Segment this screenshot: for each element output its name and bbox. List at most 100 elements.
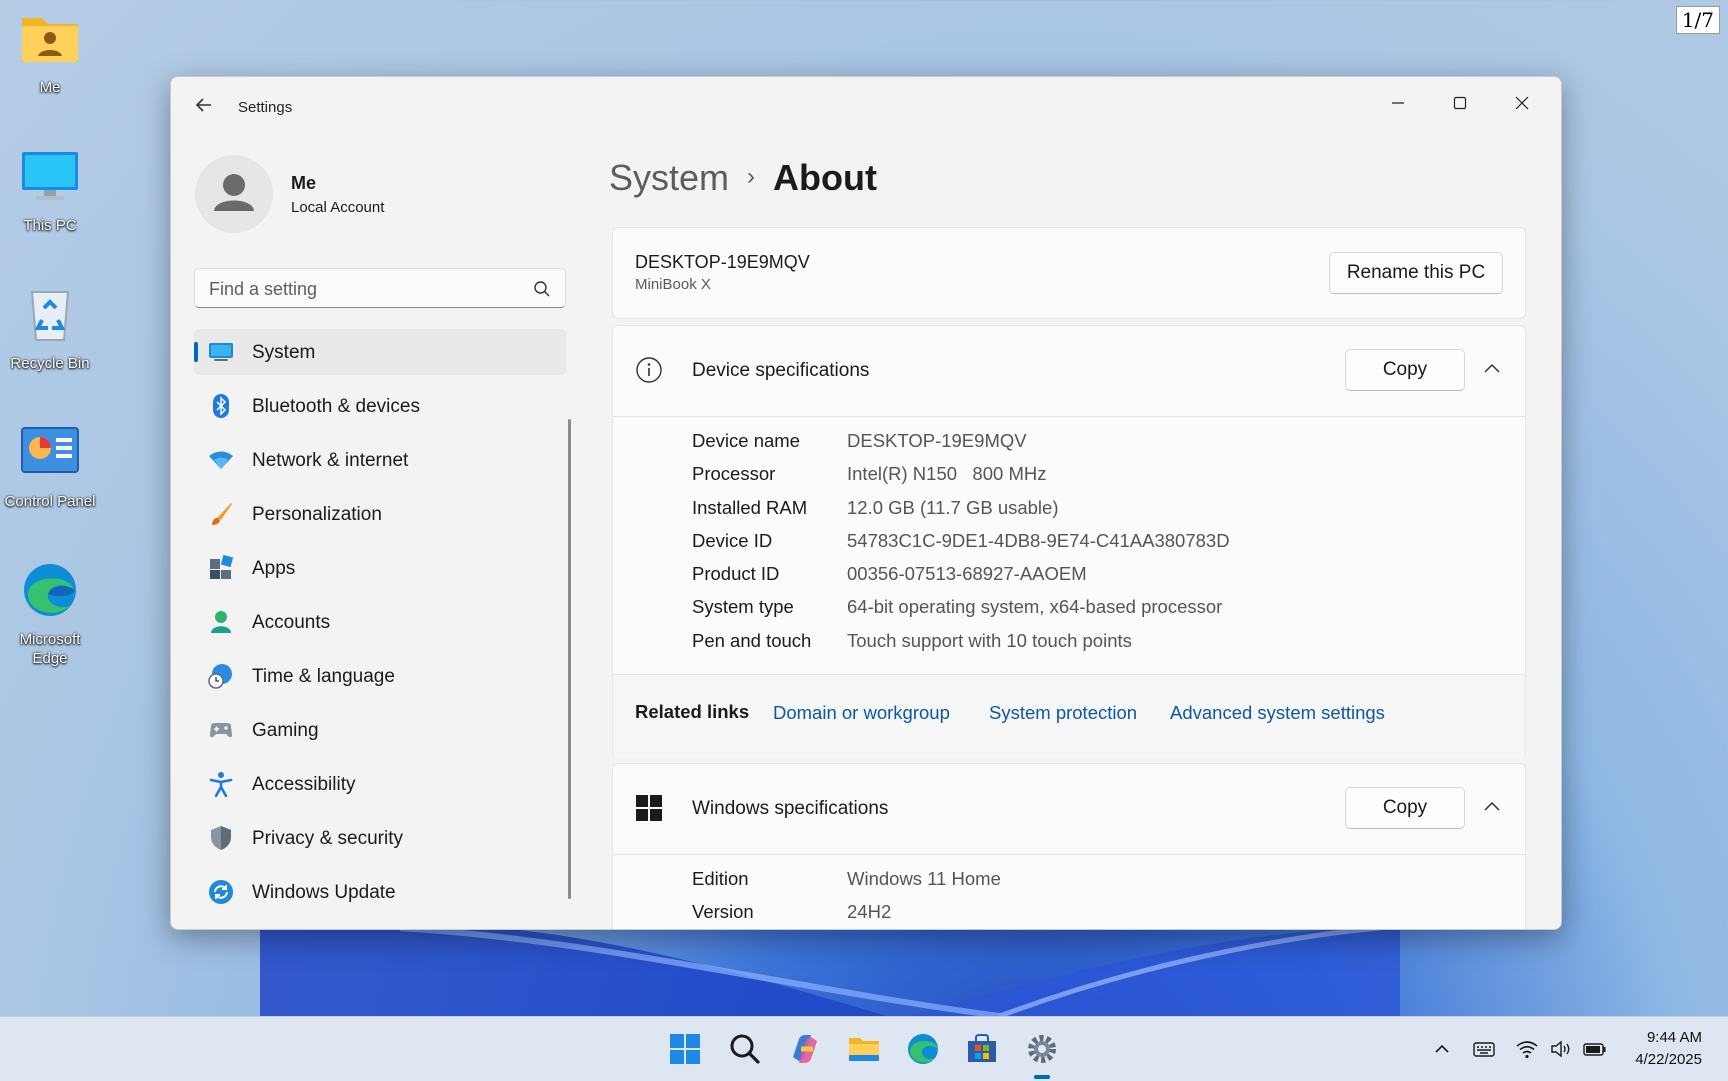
user-folder-icon [22,18,78,62]
copilot-icon[interactable] [787,1031,823,1067]
divider [613,416,1525,417]
related-links: Related links Domain or workgroup System… [613,674,1525,758]
spec-value: Windows 11 Home [847,868,1001,889]
desktop-icon-label: This PC [23,216,77,234]
breadcrumb: System › About [609,157,877,199]
page-title: About [773,157,877,198]
search-box [194,268,566,308]
copy-windows-specs-button[interactable]: Copy [1345,787,1465,829]
spec-label: Product ID [692,563,780,585]
desktop-icon-label: Me [39,78,61,96]
info-icon [636,357,662,383]
sidebar-item-label: Windows Update [252,882,396,903]
device-specifications-header[interactable]: Device specifications Copy [613,326,1525,416]
sidebar-item-label: Time & language [252,666,395,687]
search-input[interactable] [207,275,521,303]
windows-specifications-header[interactable]: Windows specifications Copy [613,764,1525,854]
minimize-button[interactable] [1375,87,1421,121]
recycle-bin-icon [30,291,70,341]
sidebar-item-system[interactable]: System [194,329,566,375]
sidebar-item-personalization[interactable]: Personalization [194,491,566,537]
device-specifications-card: Device specifications Copy Device name DE… [612,325,1526,758]
edge-icon[interactable] [905,1031,941,1067]
file-explorer-icon[interactable] [846,1031,882,1067]
sidebar-scrollbar[interactable] [568,419,571,899]
store-icon[interactable] [964,1031,1000,1067]
section-title: Device specifications [692,360,870,381]
link-advanced-system-settings[interactable]: Advanced system settings [1170,702,1385,724]
user-avatar-icon [214,174,254,211]
profile-name: Me [291,173,317,193]
sidebar-item-windows-update[interactable]: Windows Update [194,869,566,915]
window-title: Settings [238,99,293,116]
avatar[interactable] [195,155,273,233]
active-app-indicator [1034,1075,1050,1079]
link-domain-workgroup[interactable]: Domain or workgroup [773,702,950,724]
wifi-icon[interactable] [1515,1037,1539,1061]
desktop-icon-label: Microsoft Edge [19,630,81,668]
copy-device-specs-button[interactable]: Copy [1345,349,1465,391]
page-counter: 1/7 [1675,6,1720,34]
sidebar-item-accounts[interactable]: Accounts [194,599,566,645]
apps-icon [210,555,234,579]
sidebar-item-time-language[interactable]: Time & language [194,653,566,699]
spec-value: 24H2 [847,901,892,923]
sidebar-item-network[interactable]: Network & internet [194,437,566,483]
sidebar-item-accessibility[interactable]: Accessibility [194,761,566,807]
pc-model: MiniBook X [635,276,711,293]
volume-icon[interactable] [1549,1037,1573,1061]
chevron-up-icon[interactable] [1481,796,1503,818]
spec-label: System type [692,596,794,618]
search-icon[interactable] [727,1031,763,1067]
back-button[interactable] [191,94,217,120]
sidebar-item-privacy-security[interactable]: Privacy & security [194,815,566,861]
pc-name-card: DESKTOP-19E9MQV MiniBook X Rename this P… [612,227,1526,319]
search-icon[interactable] [533,280,551,298]
maximize-button[interactable] [1437,87,1483,121]
sidebar-item-label: Accounts [252,612,331,633]
sidebar-item-label: Accessibility [252,774,356,795]
control-panel-icon [21,427,79,473]
spec-value: 54783C1C-9DE1-4DB8-9E74-C41AA380783D [847,529,1230,551]
settings-icon[interactable] [1024,1031,1060,1067]
close-icon [1515,96,1529,110]
show-hidden-icons-icon[interactable] [1430,1037,1454,1061]
chevron-up-icon[interactable] [1481,358,1503,380]
breadcrumb-parent[interactable]: System [609,157,729,198]
close-button[interactable] [1499,87,1545,121]
desktop-icon-this-pc[interactable]: This PC [0,148,100,235]
sidebar-item-label: Bluetooth & devices [252,396,420,417]
divider [613,854,1525,855]
shield-icon [211,826,231,850]
battery-icon[interactable] [1583,1037,1607,1061]
spec-label: Device name [692,430,800,451]
sidebar-item-label: Network & internet [252,450,409,471]
sidebar-nav: System Bluetooth & devices Network & int… [194,329,566,923]
sidebar-item-bluetooth[interactable]: Bluetooth & devices [194,383,566,429]
desktop-icon-control-panel[interactable]: Control Panel [0,424,100,511]
title-bar[interactable]: Settings [171,77,1561,135]
monitor-icon [22,152,78,200]
sidebar-item-label: System [252,342,316,363]
system-clock[interactable]: 9:44 AM 4/22/2025 [1635,1027,1702,1071]
rename-pc-button[interactable]: Rename this PC [1329,252,1503,294]
spec-value: 64-bit operating system, x64-based proce… [847,596,1223,618]
sidebar-item-label: Gaming [252,720,319,741]
sidebar-item-apps[interactable]: Apps [194,545,566,591]
sidebar-item-label: Privacy & security [252,828,403,849]
desktop-icon-me[interactable]: Me [0,10,100,97]
sidebar-item-label: Personalization [252,504,382,525]
globe-clock-icon [208,664,232,689]
desktop-icon-edge[interactable]: Microsoft Edge [0,562,100,669]
spec-value: Touch support with 10 touch points [847,629,1132,651]
spec-value: 12.0 GB (11.7 GB usable) [847,496,1059,518]
desktop-icon-recycle-bin[interactable]: Recycle Bin [0,286,100,373]
spec-label: Version [692,901,754,923]
start-icon[interactable] [667,1031,703,1067]
bluetooth-icon [213,394,229,418]
keyboard-icon[interactable] [1472,1037,1496,1061]
related-links-title: Related links [635,701,750,722]
back-arrow-icon [195,98,211,112]
sidebar-item-gaming[interactable]: Gaming [194,707,566,753]
link-system-protection[interactable]: System protection [989,702,1137,724]
